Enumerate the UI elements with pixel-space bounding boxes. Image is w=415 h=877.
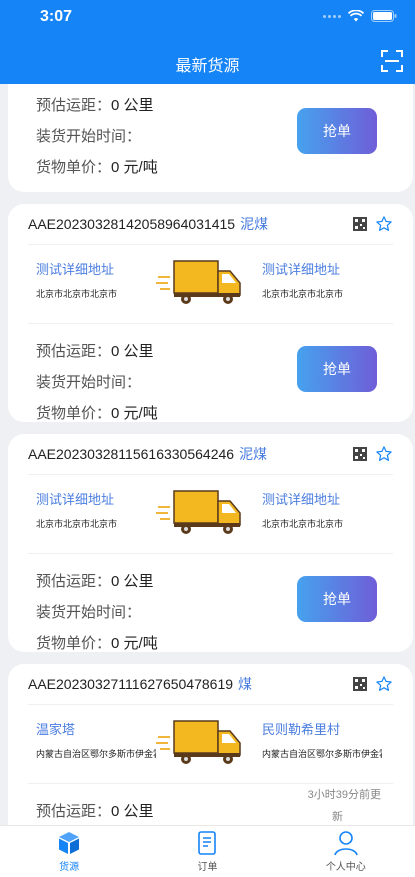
route-section: 温家塔 内蒙古自治区鄂尔多斯市伊金霍 民则勒希里村 内蒙古自治区鄂尔多斯市伊金霍 (28, 704, 393, 784)
cargo-list[interactable]: 预估运距：0 公里 装货开始时间： 货物单价：0 元/吨 抢单 AAE20230… (0, 84, 415, 825)
destination-name: 测试详细地址 (262, 262, 341, 277)
wifi-icon (348, 10, 364, 22)
star-icon[interactable] (375, 675, 393, 693)
distance-row: 预估运距：0 公里 (36, 803, 154, 820)
qr-code-icon[interactable] (353, 447, 367, 461)
destination-name: 测试详细地址 (262, 492, 341, 507)
grab-order-button[interactable]: 抢单 (297, 346, 377, 392)
route-section: 测试详细地址 北京市北京市北京市 测试详细地址 北京市北京市北京市 (28, 244, 393, 324)
order-code: AAE20230328142058964031415 (28, 216, 236, 232)
goods-type: 泥煤 (239, 446, 268, 462)
origin-name: 测试详细地址 (36, 262, 115, 277)
grab-order-button[interactable]: 抢单 (297, 576, 377, 622)
goods-type: 煤 (238, 676, 253, 692)
header: 3:07 最新货源 (0, 0, 415, 84)
origin-address: 内蒙古自治区鄂尔多斯市伊金霍 (36, 749, 156, 759)
tab-label: 个人中心 (325, 862, 366, 873)
origin-name: 测试详细地址 (36, 492, 115, 507)
status-icons (323, 10, 397, 22)
cargo-card[interactable]: AAE20230328115616330564246 泥煤 测试详细地址 北京市… (8, 434, 413, 652)
signal-icon (323, 14, 341, 18)
origin-address: 北京市北京市北京市 (36, 289, 118, 299)
truck-icon (156, 260, 241, 304)
star-icon[interactable] (375, 445, 393, 463)
cube-icon (59, 832, 80, 854)
tab-bar: 货源 订单 个人中心 (0, 825, 415, 877)
qr-code-icon[interactable] (353, 217, 367, 231)
battery-icon (371, 10, 397, 22)
unit-price-row: 货物单价：0 元/吨 (36, 405, 158, 422)
unit-price-row: 货物单价：0 元/吨 (36, 635, 158, 652)
destination-name: 民则勒希里村 (262, 722, 341, 737)
destination-address: 北京市北京市北京市 (262, 519, 344, 529)
page-title: 最新货源 (175, 58, 240, 75)
cargo-card[interactable]: AAE20230328142058964031415 泥煤 测试详细地址 北京市… (8, 204, 413, 422)
route-section: 测试详细地址 北京市北京市北京市 测试详细地址 北京市北京市北京市 (28, 474, 393, 554)
goods-type: 泥煤 (240, 216, 269, 232)
scan-icon[interactable] (381, 50, 403, 72)
destination-address: 内蒙古自治区鄂尔多斯市伊金霍 (262, 749, 382, 759)
truck-icon (156, 490, 241, 534)
star-icon[interactable] (375, 215, 393, 233)
tab-label: 订单 (197, 862, 218, 873)
tab-orders[interactable]: 订单 (138, 826, 276, 877)
tab-label: 货源 (59, 862, 80, 873)
tab-profile[interactable]: 个人中心 (277, 826, 415, 877)
order-code: AAE20230328115616330564246 (28, 446, 235, 462)
grab-order-button[interactable]: 抢单 (297, 108, 377, 154)
truck-icon (156, 720, 241, 764)
cargo-card[interactable]: AAE20230327111627650478619 煤 温家塔 内蒙古自治区鄂… (8, 664, 413, 825)
origin-address: 北京市北京市北京市 (36, 519, 118, 529)
document-icon (198, 831, 217, 855)
origin-name: 温家塔 (36, 722, 76, 737)
person-icon (334, 831, 358, 856)
status-time: 3:07 (40, 8, 73, 25)
unit-price-row: 货物单价：0 元/吨 (36, 159, 158, 176)
qr-code-icon[interactable] (353, 677, 367, 691)
order-code: AAE20230327111627650478619 (28, 676, 234, 692)
destination-address: 北京市北京市北京市 (262, 289, 344, 299)
tab-cargo[interactable]: 货源 (0, 826, 138, 877)
cargo-card[interactable]: 预估运距：0 公里 装货开始时间： 货物单价：0 元/吨 抢单 (8, 84, 413, 192)
